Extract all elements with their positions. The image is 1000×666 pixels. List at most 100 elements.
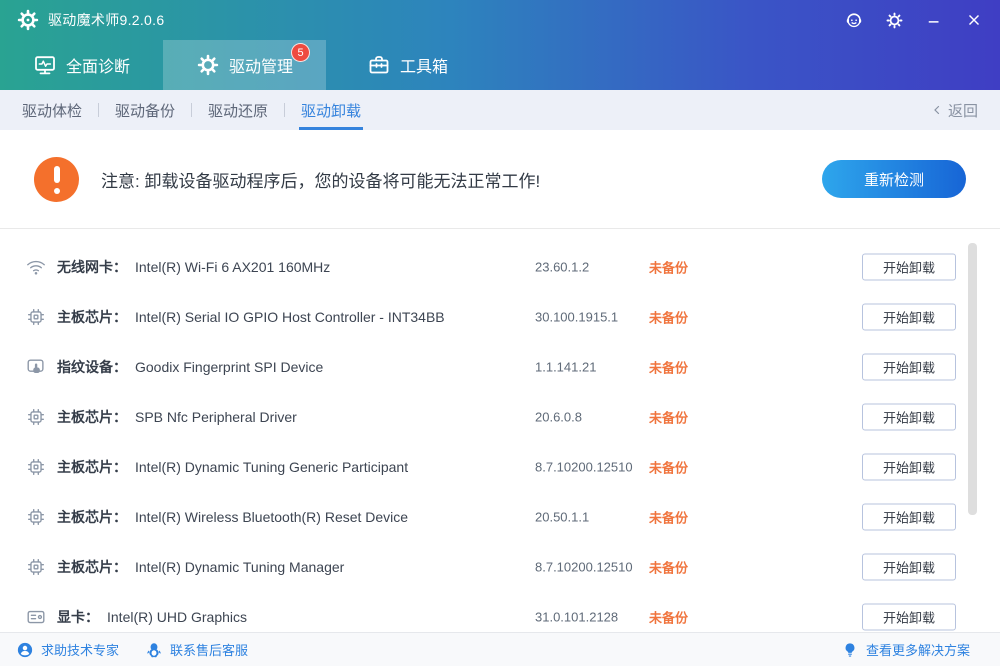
- tab-toolbox[interactable]: 工具箱: [326, 40, 489, 90]
- sub-tab-bar: 驱动体检 驱动备份 驱动还原 驱动卸载 返回: [0, 90, 1000, 130]
- chip-icon: [25, 406, 47, 428]
- tab-full-diagnosis[interactable]: 全面诊断: [0, 40, 163, 90]
- app-logo-gear-icon: [16, 8, 40, 32]
- warning-exclamation-icon: [34, 157, 79, 202]
- tab-label: 驱动管理: [229, 53, 293, 77]
- settings-gear-icon[interactable]: [884, 10, 904, 30]
- uninstall-button[interactable]: 开始卸载: [862, 254, 956, 281]
- driver-category: 主板芯片：: [57, 507, 127, 527]
- driver-name: Goodix Fingerprint SPI Device: [135, 359, 323, 375]
- rescan-button[interactable]: 重新检测: [822, 160, 966, 198]
- driver-row: 主板芯片： Intel(R) Serial IO GPIO Host Contr…: [0, 292, 1000, 342]
- driver-version: 23.60.1.2: [535, 260, 589, 275]
- subtab-label: 驱动体检: [22, 100, 82, 121]
- footer-link-label: 查看更多解决方案: [866, 640, 970, 659]
- driver-row: 主板芯片： Intel(R) Dynamic Tuning Manager 8.…: [0, 542, 1000, 592]
- minimize-icon[interactable]: [924, 10, 944, 30]
- subtab-driver-uninstall[interactable]: 驱动卸载: [285, 90, 377, 130]
- backup-status: 未备份: [649, 458, 688, 477]
- driver-version: 8.7.10200.12510: [535, 460, 633, 475]
- backup-status: 未备份: [649, 308, 688, 327]
- warning-text: 注意: 卸载设备驱动程序后，您的设备将可能无法正常工作!: [101, 167, 540, 192]
- chip-icon: [25, 506, 47, 528]
- contact-service-link[interactable]: 联系售后客服: [145, 640, 248, 659]
- back-button[interactable]: 返回: [931, 100, 978, 121]
- driver-category: 指纹设备：: [57, 357, 127, 377]
- uninstall-button[interactable]: 开始卸载: [862, 454, 956, 481]
- subtab-label: 驱动备份: [115, 100, 175, 121]
- driver-label: 主板芯片： Intel(R) Serial IO GPIO Host Contr…: [57, 307, 445, 327]
- subtab-driver-restore[interactable]: 驱动还原: [192, 90, 284, 130]
- driver-name: Intel(R) Wireless Bluetooth(R) Reset Dev…: [135, 509, 408, 525]
- driver-label: 主板芯片： Intel(R) Dynamic Tuning Generic Pa…: [57, 457, 408, 477]
- driver-label: 主板芯片： SPB Nfc Peripheral Driver: [57, 407, 297, 427]
- uninstall-button[interactable]: 开始卸载: [862, 404, 956, 431]
- uninstall-button[interactable]: 开始卸载: [862, 304, 956, 331]
- driver-category: 显卡：: [57, 607, 99, 627]
- chip-icon: [25, 456, 47, 478]
- close-icon[interactable]: [964, 10, 984, 30]
- footer-link-label: 求助技术专家: [41, 640, 119, 659]
- uninstall-button[interactable]: 开始卸载: [862, 604, 956, 631]
- driver-version: 30.100.1915.1: [535, 310, 618, 325]
- backup-status: 未备份: [649, 408, 688, 427]
- subtab-driver-checkup[interactable]: 驱动体检: [22, 90, 98, 130]
- driver-name: Intel(R) Dynamic Tuning Generic Particip…: [135, 459, 408, 475]
- footer-link-label: 联系售后客服: [170, 640, 248, 659]
- driver-name: SPB Nfc Peripheral Driver: [135, 409, 297, 425]
- graphics-card-icon: [25, 606, 47, 628]
- driver-version: 1.1.141.21: [535, 360, 596, 375]
- app-window: 驱动魔术师9.2.0.6: [0, 0, 1000, 666]
- backup-status: 未备份: [649, 608, 688, 627]
- uninstall-button[interactable]: 开始卸载: [862, 554, 956, 581]
- driver-name: Intel(R) Wi-Fi 6 AX201 160MHz: [135, 259, 330, 275]
- driver-name: Intel(R) Dynamic Tuning Manager: [135, 559, 344, 575]
- driver-label: 指纹设备： Goodix Fingerprint SPI Device: [57, 357, 323, 377]
- fingerprint-device-icon: [25, 356, 47, 378]
- gear-icon: [196, 53, 220, 77]
- backup-status: 未备份: [649, 258, 688, 277]
- ask-expert-link[interactable]: 求助技术专家: [16, 640, 119, 659]
- driver-version: 20.6.0.8: [535, 410, 582, 425]
- app-title: 驱动魔术师9.2.0.6: [48, 10, 164, 30]
- driver-category: 主板芯片：: [57, 557, 127, 577]
- tab-driver-management[interactable]: 驱动管理 5: [163, 40, 326, 90]
- subtab-driver-backup[interactable]: 驱动备份: [99, 90, 191, 130]
- main-tab-bar: 全面诊断: [0, 40, 1000, 90]
- uninstall-button[interactable]: 开始卸载: [862, 504, 956, 531]
- driver-label: 主板芯片： Intel(R) Dynamic Tuning Manager: [57, 557, 344, 577]
- driver-name: Intel(R) Serial IO GPIO Host Controller …: [135, 309, 445, 325]
- driver-row: 主板芯片： Intel(R) Wireless Bluetooth(R) Res…: [0, 492, 1000, 542]
- driver-category: 主板芯片：: [57, 407, 127, 427]
- warning-banner: 注意: 卸载设备驱动程序后，您的设备将可能无法正常工作! 重新检测: [0, 130, 1000, 229]
- footer: 求助技术专家 联系售后客服: [0, 632, 1000, 666]
- title-bar: 驱动魔术师9.2.0.6: [0, 0, 1000, 40]
- driver-label: 主板芯片： Intel(R) Wireless Bluetooth(R) Res…: [57, 507, 408, 527]
- more-solutions-link[interactable]: 查看更多解决方案: [841, 640, 970, 659]
- window-controls: [844, 10, 984, 30]
- driver-row: 指纹设备： Goodix Fingerprint SPI Device 1.1.…: [0, 342, 1000, 392]
- subtab-label: 驱动还原: [208, 100, 268, 121]
- driver-label: 无线网卡： Intel(R) Wi-Fi 6 AX201 160MHz: [57, 257, 330, 277]
- driver-category: 无线网卡：: [57, 257, 127, 277]
- wifi-icon: [25, 256, 47, 278]
- driver-row: 主板芯片： Intel(R) Dynamic Tuning Generic Pa…: [0, 442, 1000, 492]
- chip-icon: [25, 556, 47, 578]
- tab-label: 工具箱: [400, 53, 448, 77]
- monitor-icon: [33, 53, 57, 77]
- chevron-left-icon: [931, 104, 943, 116]
- lightbulb-icon: [841, 641, 859, 659]
- support-headset-icon[interactable]: [844, 10, 864, 30]
- uninstall-button[interactable]: 开始卸载: [862, 354, 956, 381]
- backup-status: 未备份: [649, 508, 688, 527]
- driver-version: 20.50.1.1: [535, 510, 589, 525]
- backup-status: 未备份: [649, 558, 688, 577]
- driver-row: 无线网卡： Intel(R) Wi-Fi 6 AX201 160MHz 23.6…: [0, 242, 1000, 292]
- tab-label: 全面诊断: [66, 53, 130, 77]
- chip-icon: [25, 306, 47, 328]
- scrollbar-thumb[interactable]: [968, 243, 977, 515]
- driver-category: 主板芯片：: [57, 457, 127, 477]
- header: 驱动魔术师9.2.0.6: [0, 0, 1000, 90]
- driver-list: 无线网卡： Intel(R) Wi-Fi 6 AX201 160MHz 23.6…: [0, 229, 1000, 632]
- back-label: 返回: [948, 100, 978, 121]
